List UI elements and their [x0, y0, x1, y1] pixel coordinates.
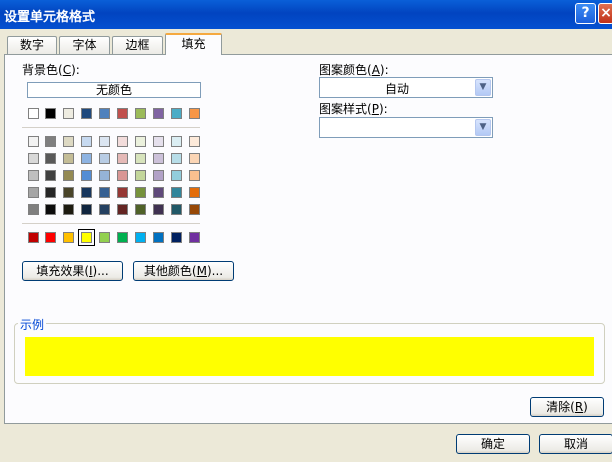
- color-swatch[interactable]: [45, 187, 56, 198]
- color-swatch[interactable]: [45, 204, 56, 215]
- color-swatch[interactable]: [117, 153, 128, 164]
- color-swatch[interactable]: [45, 153, 56, 164]
- color-swatch[interactable]: [189, 136, 200, 147]
- color-swatch[interactable]: [171, 170, 182, 181]
- tab-fill[interactable]: 填充: [165, 33, 222, 55]
- color-swatch[interactable]: [81, 170, 92, 181]
- color-swatch[interactable]: [63, 108, 74, 119]
- color-swatch[interactable]: [45, 170, 56, 181]
- color-swatch[interactable]: [189, 153, 200, 164]
- color-swatch[interactable]: [135, 170, 146, 181]
- color-swatch[interactable]: [171, 108, 182, 119]
- title-bar: 设置单元格格式 ? ×: [0, 0, 612, 29]
- color-swatch[interactable]: [99, 232, 110, 243]
- chevron-down-icon[interactable]: ▼: [475, 119, 491, 136]
- color-swatch[interactable]: [153, 108, 164, 119]
- color-swatch[interactable]: [117, 232, 128, 243]
- color-swatch[interactable]: [63, 153, 74, 164]
- color-swatch[interactable]: [171, 136, 182, 147]
- color-swatch[interactable]: [28, 153, 39, 164]
- color-swatch[interactable]: [63, 170, 74, 181]
- palette-divider: [22, 127, 200, 128]
- palette-divider: [22, 223, 200, 224]
- color-swatch[interactable]: [171, 153, 182, 164]
- pattern-style-select[interactable]: ▼: [319, 117, 493, 138]
- color-swatch[interactable]: [99, 204, 110, 215]
- color-swatch[interactable]: [81, 204, 92, 215]
- color-swatch[interactable]: [171, 232, 182, 243]
- color-swatch[interactable]: [135, 153, 146, 164]
- tab-number[interactable]: 数字: [7, 36, 57, 54]
- color-swatch[interactable]: [117, 136, 128, 147]
- pattern-color-label: 图案颜色(A):: [319, 63, 389, 77]
- cancel-button[interactable]: 取消: [539, 434, 612, 454]
- color-swatch[interactable]: [153, 170, 164, 181]
- color-swatch[interactable]: [81, 108, 92, 119]
- color-swatch[interactable]: [99, 187, 110, 198]
- close-icon[interactable]: ×: [598, 3, 612, 24]
- more-colors-button[interactable]: 其他颜色(M)...: [133, 261, 234, 281]
- color-swatch[interactable]: [99, 136, 110, 147]
- color-swatch[interactable]: [81, 153, 92, 164]
- ok-button[interactable]: 确定: [456, 434, 530, 454]
- color-swatch[interactable]: [45, 136, 56, 147]
- color-swatch[interactable]: [28, 170, 39, 181]
- color-swatch[interactable]: [78, 229, 95, 246]
- color-swatch[interactable]: [117, 170, 128, 181]
- color-swatch[interactable]: [45, 232, 56, 243]
- color-swatch[interactable]: [28, 204, 39, 215]
- color-swatch[interactable]: [135, 232, 146, 243]
- color-swatch[interactable]: [153, 187, 164, 198]
- color-swatch[interactable]: [81, 136, 92, 147]
- chevron-down-icon[interactable]: ▼: [475, 79, 491, 96]
- color-swatch[interactable]: [153, 136, 164, 147]
- color-swatch[interactable]: [117, 187, 128, 198]
- color-swatch[interactable]: [81, 187, 92, 198]
- color-swatch[interactable]: [171, 187, 182, 198]
- background-color-label: 背景色(C):: [22, 63, 80, 77]
- color-swatch[interactable]: [45, 108, 56, 119]
- color-swatch[interactable]: [135, 108, 146, 119]
- color-swatch[interactable]: [189, 187, 200, 198]
- color-swatch[interactable]: [28, 232, 39, 243]
- color-swatch[interactable]: [153, 153, 164, 164]
- color-swatch[interactable]: [63, 204, 74, 215]
- color-swatch[interactable]: [153, 232, 164, 243]
- pattern-color-value: 自动: [384, 82, 409, 96]
- clear-button[interactable]: 清除(R): [530, 397, 604, 417]
- pattern-style-label: 图案样式(P):: [319, 102, 388, 116]
- window-title: 设置单元格格式: [4, 10, 96, 25]
- color-swatch[interactable]: [63, 187, 74, 198]
- color-swatch[interactable]: [63, 232, 74, 243]
- no-color-button[interactable]: 无颜色: [27, 82, 201, 98]
- sample-label: 示例: [18, 316, 47, 333]
- color-swatch[interactable]: [99, 153, 110, 164]
- help-icon[interactable]: ?: [575, 3, 596, 24]
- color-swatch[interactable]: [117, 108, 128, 119]
- color-swatch[interactable]: [28, 187, 39, 198]
- color-swatch[interactable]: [28, 108, 39, 119]
- color-swatch[interactable]: [171, 204, 182, 215]
- tab-font[interactable]: 字体: [59, 36, 110, 54]
- color-swatch[interactable]: [135, 187, 146, 198]
- color-swatch[interactable]: [28, 136, 39, 147]
- pattern-color-select[interactable]: 自动 ▼: [319, 77, 493, 98]
- fill-effects-button[interactable]: 填充效果(I)...: [22, 261, 123, 281]
- color-swatch[interactable]: [99, 108, 110, 119]
- sample-preview: [25, 337, 594, 376]
- color-swatch[interactable]: [135, 204, 146, 215]
- tab-border[interactable]: 边框: [112, 36, 163, 54]
- color-swatch[interactable]: [63, 136, 74, 147]
- color-swatch[interactable]: [117, 204, 128, 215]
- color-swatch[interactable]: [153, 204, 164, 215]
- color-swatch[interactable]: [189, 232, 200, 243]
- color-swatch[interactable]: [189, 170, 200, 181]
- color-swatch[interactable]: [189, 108, 200, 119]
- color-swatch[interactable]: [189, 204, 200, 215]
- color-swatch[interactable]: [135, 136, 146, 147]
- color-swatch[interactable]: [99, 170, 110, 181]
